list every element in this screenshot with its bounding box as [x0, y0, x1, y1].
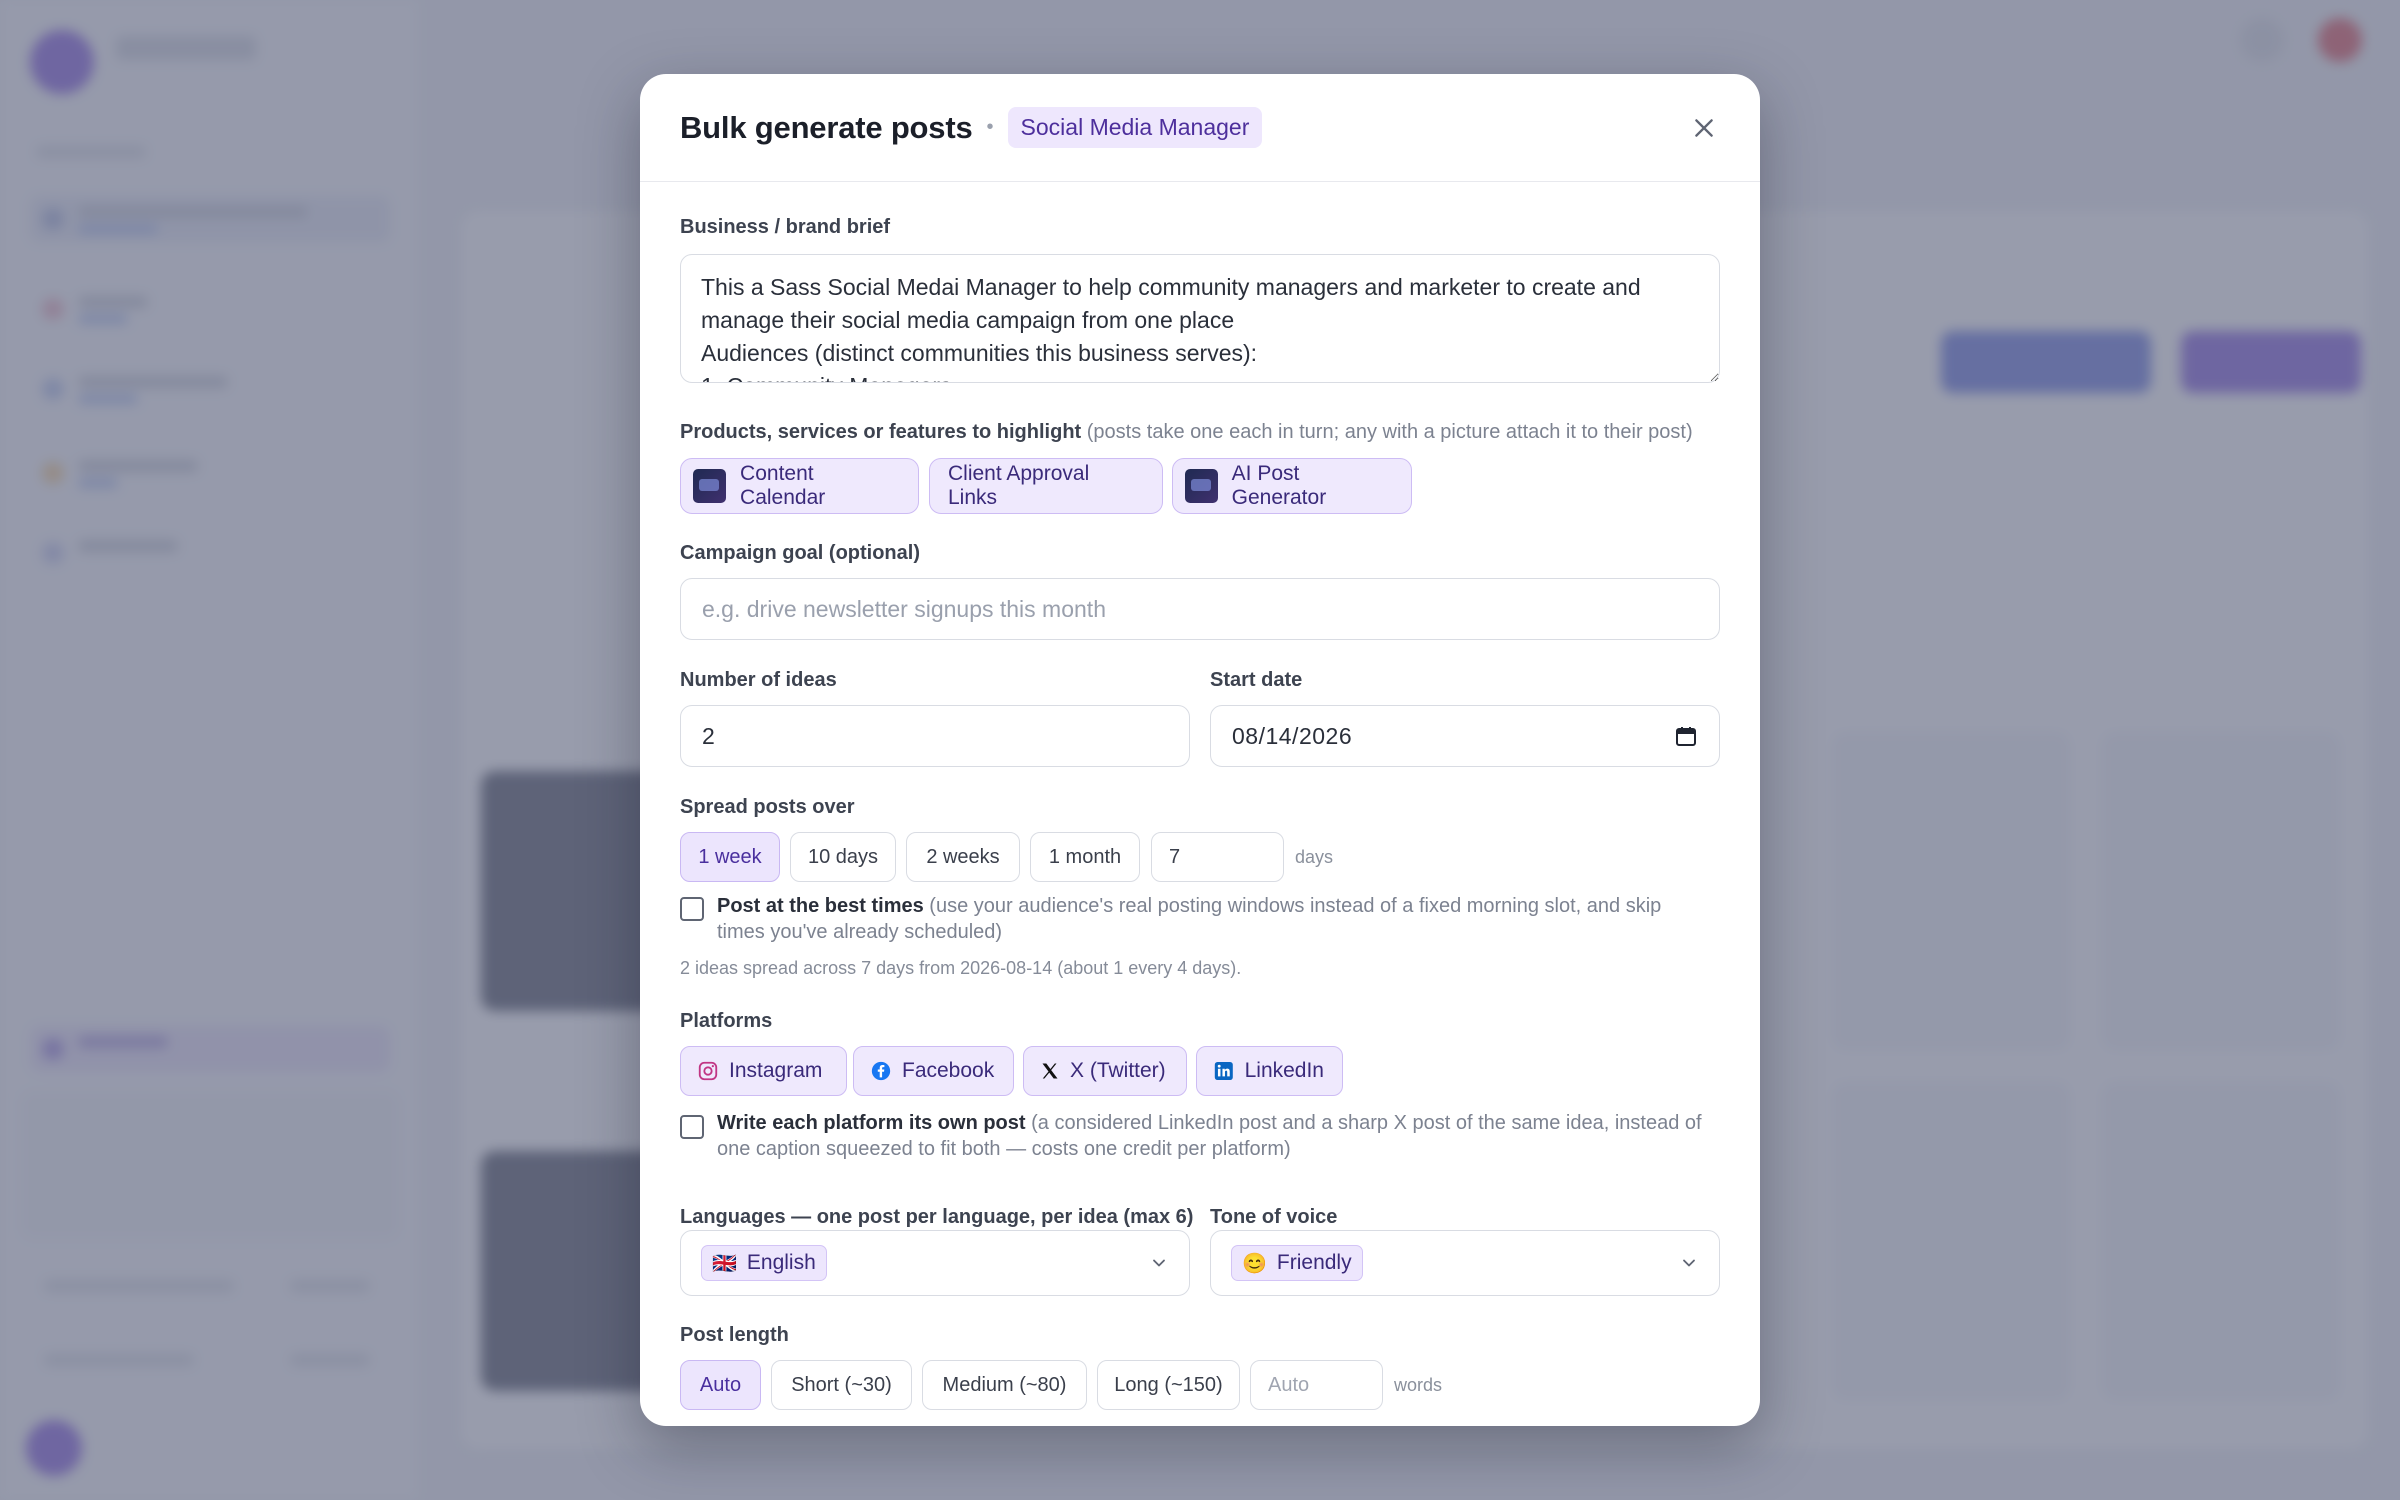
title-separator: •	[986, 116, 994, 138]
platform-chip-facebook[interactable]: Facebook	[853, 1046, 1014, 1096]
spread-option-1-week[interactable]: 1 week	[680, 832, 780, 882]
tone-tag-label: Friendly	[1276, 1251, 1352, 1274]
spread-option-10-days[interactable]: 10 days	[790, 832, 896, 882]
spread-option-2-weeks[interactable]: 2 weeks	[906, 832, 1020, 882]
calendar-icon[interactable]	[1674, 724, 1698, 748]
platform-label: Facebook	[902, 1059, 995, 1082]
product-chip-label: AI Post Generator	[1231, 462, 1327, 509]
post-length-label: Post length	[680, 1324, 789, 1346]
modal-header: Bulk generate posts • Social Media Manag…	[640, 74, 1760, 182]
num-ideas-label: Number of ideas	[680, 669, 837, 691]
product-chip-label: Content Calendar	[740, 462, 826, 509]
modal-title: Bulk generate posts	[680, 109, 973, 145]
platform-label: X (Twitter)	[1070, 1059, 1166, 1082]
bulk-generate-modal: Bulk generate posts • Social Media Manag…	[640, 74, 1760, 1426]
close-button[interactable]	[1684, 108, 1724, 148]
close-icon	[1695, 118, 1713, 137]
num-ideas-input[interactable]: 2	[680, 705, 1190, 767]
tone-label: Tone of voice	[1210, 1206, 1338, 1228]
chevron-down-icon	[1153, 1259, 1165, 1267]
language-tag-label: English	[746, 1251, 816, 1274]
smiley-icon: 😊	[1242, 1252, 1267, 1275]
x-icon	[1042, 1063, 1058, 1079]
products-hint: (posts take one each in turn; any with a…	[1086, 421, 1693, 443]
product-chip-label: Client Approval Links	[948, 462, 1090, 509]
uk-flag-icon: 🇬🇧	[712, 1252, 737, 1275]
spread-days-unit: days	[1295, 847, 1334, 867]
products-label: Products, services or features to highli…	[680, 421, 1693, 444]
best-times-desc-cont: times you've already scheduled)	[717, 921, 1003, 943]
length-option-long[interactable]: Long (~150)	[1097, 1360, 1240, 1410]
platform-chip-instagram[interactable]: Instagram	[680, 1046, 847, 1096]
start-date-label: Start date	[1210, 669, 1303, 691]
chevron-down-icon	[1683, 1259, 1695, 1267]
products-label-text: Products, services or features to highli…	[680, 421, 1082, 443]
product-chip-ai-post-generator[interactable]: AI Post Generator	[1172, 458, 1412, 514]
platform-label: LinkedIn	[1244, 1059, 1324, 1082]
linkedin-icon	[1214, 1062, 1233, 1080]
length-option-short[interactable]: Short (~30)	[771, 1360, 912, 1410]
own-post-checkbox[interactable]	[680, 1115, 704, 1139]
campaign-goal-label: Campaign goal (optional)	[680, 542, 920, 564]
best-times-checkbox[interactable]	[680, 897, 704, 921]
languages-label: Languages — one post per language, per i…	[680, 1206, 1194, 1228]
own-post-desc: (a considered LinkedIn post and a sharp …	[1031, 1112, 1702, 1134]
own-post-title: Write each platform its own post	[717, 1112, 1026, 1134]
length-words-unit: words	[1394, 1375, 1443, 1395]
role-badge: Social Media Manager	[1007, 107, 1263, 148]
spread-option-1-month[interactable]: 1 month	[1030, 832, 1140, 882]
product-chip-content-calendar[interactable]: Content Calendar	[680, 458, 919, 514]
facebook-icon	[871, 1061, 891, 1081]
spread-days-input[interactable]: 7	[1151, 832, 1284, 882]
tone-select[interactable]: 😊 Friendly	[1210, 1230, 1720, 1296]
own-post-desc-cont: one caption squeezed to fit both — costs…	[717, 1138, 1291, 1160]
length-option-medium[interactable]: Medium (~80)	[922, 1360, 1087, 1410]
product-thumbnail	[693, 469, 727, 503]
best-times-desc: (use your audience's real posting window…	[929, 895, 1662, 917]
brief-label: Business / brand brief	[680, 216, 891, 238]
platforms-label: Platforms	[680, 1010, 773, 1032]
platform-chip-x-twitter[interactable]: X (Twitter)	[1023, 1046, 1187, 1096]
start-date-input[interactable]: 08/14/2026	[1210, 705, 1720, 767]
spread-label: Spread posts over	[680, 796, 855, 818]
start-date-value: 08/14/2026	[1232, 722, 1353, 749]
platform-label: Instagram	[729, 1059, 823, 1082]
instagram-icon	[698, 1061, 718, 1081]
product-chip-client-approval-links[interactable]: Client Approval Links	[929, 458, 1163, 514]
best-times-text: Post at the best times (use your audienc…	[717, 893, 1727, 945]
brief-textarea[interactable]: This a Sass Social Medai Manager to help…	[680, 254, 1720, 383]
language-tag-english[interactable]: 🇬🇧 English	[701, 1245, 827, 1281]
tone-tag-friendly[interactable]: 😊 Friendly	[1231, 1245, 1363, 1281]
length-words-input[interactable]: Auto	[1250, 1360, 1383, 1410]
languages-select[interactable]: 🇬🇧 English	[680, 1230, 1190, 1296]
best-times-title: Post at the best times	[717, 895, 924, 917]
product-thumbnail	[1185, 469, 1218, 503]
platform-chip-linkedin[interactable]: LinkedIn	[1196, 1046, 1343, 1096]
spread-summary: 2 ideas spread across 7 days from 2026-0…	[680, 958, 1242, 978]
own-post-text: Write each platform its own post (a cons…	[717, 1110, 1727, 1162]
length-option-auto[interactable]: Auto	[680, 1360, 761, 1410]
campaign-goal-input[interactable]: e.g. drive newsletter signups this month	[680, 578, 1720, 640]
